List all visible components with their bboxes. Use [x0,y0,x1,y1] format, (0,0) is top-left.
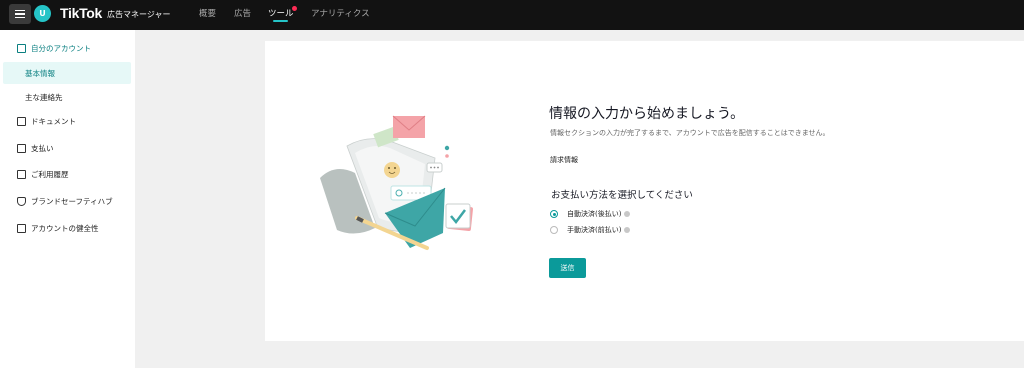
help-icon[interactable] [624,211,631,217]
payment-option-manual[interactable]: 手動決済(前払い) [550,224,631,236]
sidebar-item-label: ご利用履歴 [31,169,69,179]
sidebar: 自分のアカウント 基本情報 主な連絡先 ドキュメント 支払い ご利用履歴 ブラン… [0,30,135,368]
sidebar-item-documents[interactable]: ドキュメント [0,111,135,131]
sidebar-item-label: 支払い [31,143,54,153]
shield-icon [17,196,26,206]
top-navigation-bar: U TikTok 広告マネージャー 概要 広告 ツール アナリティクス [0,0,1024,30]
sidebar-item-basic-info[interactable]: 基本情報 [3,62,131,84]
sidebar-item-account-health[interactable]: アカウントの健全性 [0,218,135,238]
active-nav-indicator [273,20,288,22]
sidebar-item-label: アカウントの健全性 [31,223,99,233]
history-icon [17,169,26,179]
billing-info-label: 請求情報 [550,156,578,164]
health-icon [17,223,26,233]
onboarding-illustration-icon [320,115,473,250]
nav-analytics[interactable]: アナリティクス [311,7,370,19]
nav-ads[interactable]: 広告 [234,7,251,19]
hamburger-menu-icon[interactable] [9,4,31,24]
tiktok-logo[interactable]: TikTok [60,5,102,21]
sidebar-item-history[interactable]: ご利用履歴 [0,164,135,184]
avatar[interactable]: U [34,5,51,22]
sidebar-item-payments[interactable]: 支払い [0,138,135,158]
payment-option-label: 手動決済(前払い) [567,226,622,234]
radio-button-manual[interactable] [550,226,558,234]
sidebar-section-account[interactable]: 自分のアカウント [0,38,135,58]
wallet-icon [17,143,26,153]
notification-dot [292,6,297,11]
payment-method-title: お支払い方法を選択してください [551,190,693,201]
sidebar-section-label: 自分のアカウント [31,43,91,53]
help-icon[interactable] [624,227,631,233]
payment-option-label: 自動決済(後払い) [567,210,622,218]
sidebar-item-label: ドキュメント [31,116,76,126]
submit-button[interactable]: 送信 [549,258,586,278]
nav-overview[interactable]: 概要 [199,7,216,19]
page-title: 情報の入力から始めましょう。 [549,106,745,122]
sidebar-item-label: ブランドセーフティハブ [31,196,113,206]
account-card-icon [17,43,26,53]
payment-option-auto[interactable]: 自動決済(後払い) [550,208,631,220]
radio-button-auto[interactable] [550,210,558,218]
product-name: 広告マネージャー [107,10,171,19]
sidebar-item-brand-safety[interactable]: ブランドセーフティハブ [0,191,135,211]
document-icon [17,116,26,126]
page-subtitle: 情報セクションの入力が完了するまで、アカウントで広告を配信することはできません。 [550,129,830,137]
sidebar-item-contacts[interactable]: 主な連絡先 [3,86,131,108]
nav-tools[interactable]: ツール [268,7,294,19]
